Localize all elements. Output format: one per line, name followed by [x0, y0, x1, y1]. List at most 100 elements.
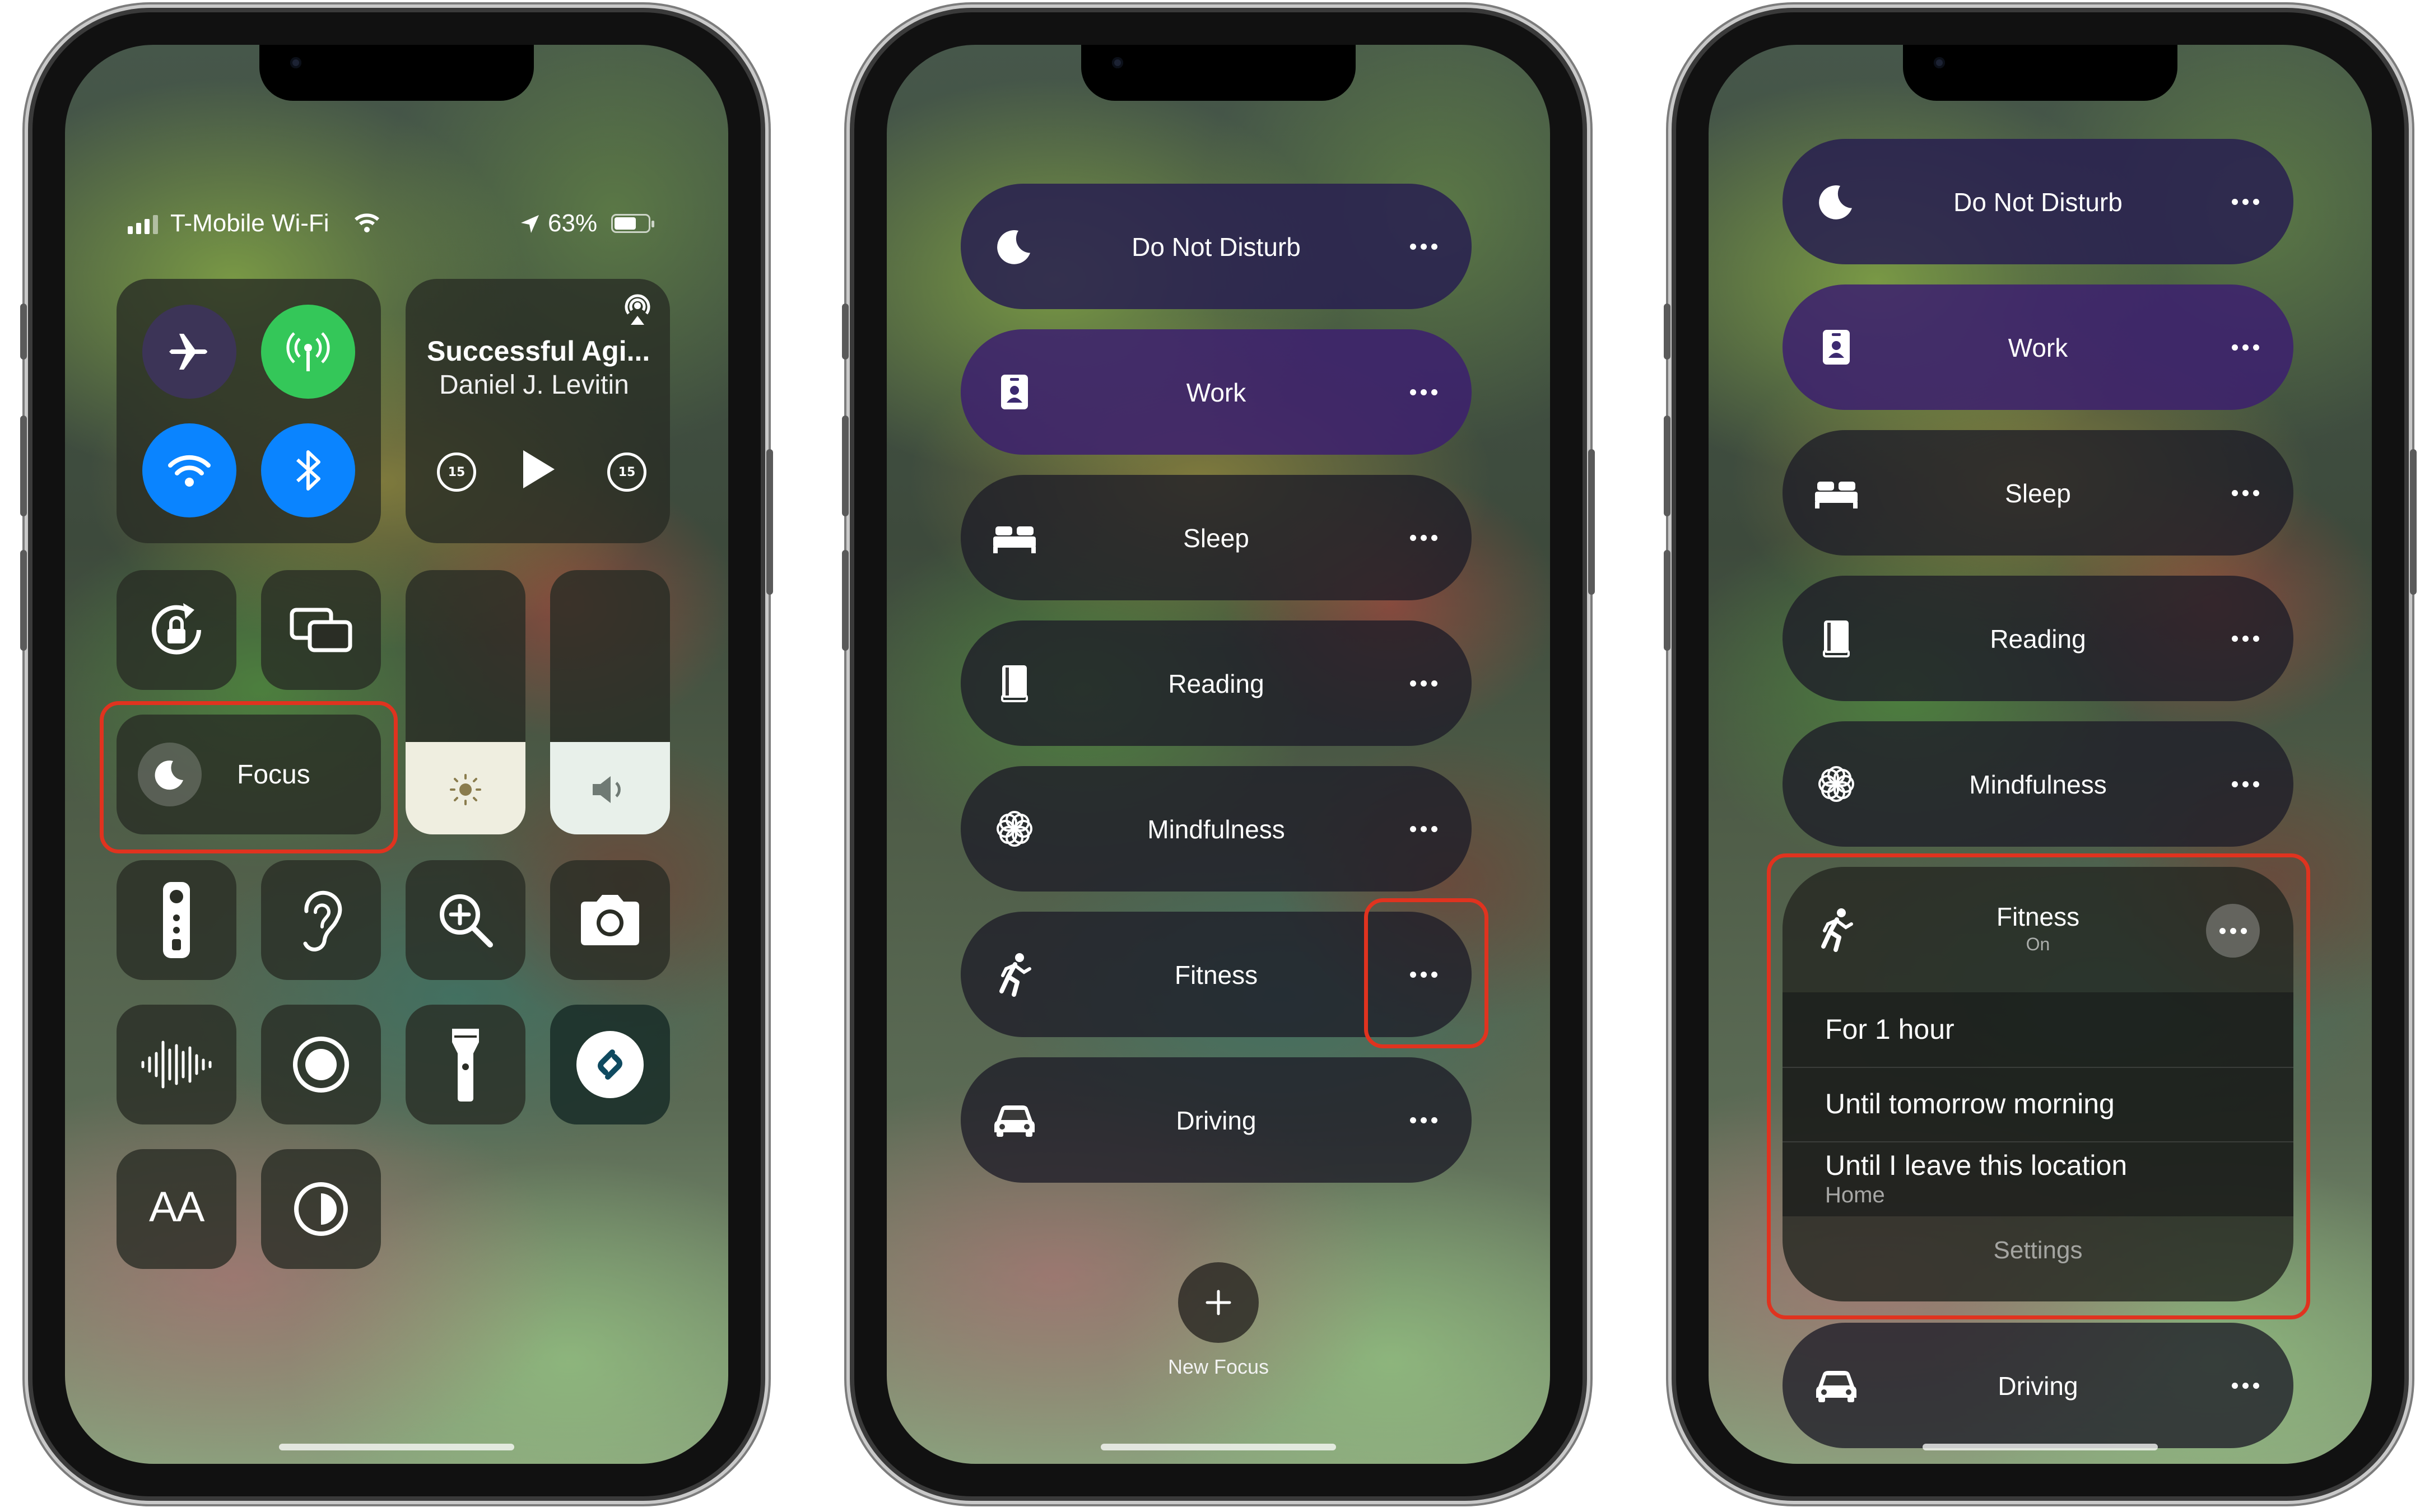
focus-label: Driving: [1998, 1371, 2078, 1401]
now-playing-module: Successful Agi... Daniel J. Levitin 15 1…: [406, 279, 670, 543]
skip-back-label: 15: [448, 465, 466, 479]
airplane-icon: [169, 334, 207, 370]
focus-reading[interactable]: Reading: [961, 620, 1472, 746]
volume-down-button: [842, 550, 849, 651]
focus-mindfulness[interactable]: Mindfulness: [961, 766, 1472, 892]
more-button[interactable]: [1406, 520, 1441, 556]
more-button[interactable]: [1406, 228, 1441, 264]
cellular-data-button[interactable]: [261, 305, 355, 399]
volume-down-button: [20, 550, 27, 651]
remote-icon: [163, 882, 190, 958]
wifi-button[interactable]: [142, 423, 236, 517]
more-button-highlight: [1364, 898, 1488, 1048]
focus-do-not-disturb[interactable]: Do Not Disturb: [961, 184, 1472, 309]
more-button[interactable]: [2227, 329, 2263, 365]
volume-down-button: [1664, 550, 1670, 651]
volume-up-button: [1664, 416, 1670, 516]
more-button[interactable]: [1406, 665, 1441, 701]
skip-back-button[interactable]: 15: [437, 452, 476, 492]
focus-label: Sleep: [2005, 479, 2071, 508]
skip-forward-button[interactable]: 15: [607, 452, 646, 492]
cell-signal-icon: [128, 215, 158, 234]
apple-tv-remote-button[interactable]: [117, 860, 236, 980]
wifi-icon: [168, 455, 211, 487]
shazam-icon: [576, 1031, 644, 1098]
more-button[interactable]: [1406, 811, 1441, 847]
dark-mode-button[interactable]: [261, 1149, 381, 1269]
focus-sleep[interactable]: Sleep: [961, 475, 1472, 600]
phone-focus-list: Do Not Disturb Work Sleep Reading Mindfu…: [842, 12, 1595, 1496]
orientation-lock-icon: [152, 603, 201, 655]
screen-record-icon: [293, 1037, 349, 1093]
side-button: [1588, 449, 1595, 595]
phone-fitness-options: Do Not Disturb Work Sleep Reading Mindfu…: [1664, 12, 2417, 1496]
sun-icon: [450, 774, 481, 805]
volume-slider[interactable]: [550, 570, 670, 834]
more-button[interactable]: [2227, 475, 2263, 511]
more-button[interactable]: [2227, 184, 2263, 220]
camera-button[interactable]: [550, 860, 670, 980]
screen-record-button[interactable]: [261, 1005, 381, 1124]
more-button[interactable]: [2227, 620, 2263, 656]
sound-recognition-icon: [141, 1040, 212, 1089]
focus-reading[interactable]: Reading: [1783, 576, 2293, 701]
new-focus-label: New Focus: [1167, 1355, 1269, 1378]
focus-label: Do Not Disturb: [1953, 188, 2123, 217]
antenna-icon: [286, 332, 330, 371]
fitness-highlight-box: [1767, 853, 2310, 1319]
text-size-button[interactable]: AA: [117, 1149, 236, 1269]
sound-recognition-button[interactable]: [117, 1005, 236, 1124]
volume-up-button: [20, 416, 27, 516]
focus-work[interactable]: Work: [961, 329, 1472, 455]
notch: [1903, 45, 2177, 101]
focus-label: Work: [2008, 333, 2068, 362]
more-button[interactable]: [2227, 766, 2263, 802]
screen-mirroring-button[interactable]: [261, 570, 381, 690]
side-button: [2410, 449, 2417, 595]
flashlight-icon: [452, 1029, 479, 1102]
bluetooth-icon: [296, 450, 320, 491]
notch: [1081, 45, 1356, 101]
home-indicator[interactable]: [1101, 1444, 1336, 1450]
connectivity-module: [117, 279, 381, 543]
magnifier-button[interactable]: [406, 860, 525, 980]
home-indicator[interactable]: [1923, 1444, 2158, 1450]
battery-icon: [611, 214, 654, 233]
airplay-icon[interactable]: [620, 291, 655, 327]
airplane-mode-button[interactable]: [142, 305, 236, 399]
play-button[interactable]: [519, 447, 558, 492]
screen: T-Mobile Wi-Fi 63% Successful Agi... Dan…: [65, 45, 728, 1464]
focus-driving[interactable]: Driving: [961, 1057, 1472, 1183]
status-bar: T-Mobile Wi-Fi 63%: [65, 207, 728, 241]
new-focus-button[interactable]: [1178, 1262, 1259, 1343]
wifi-status-icon: [355, 213, 379, 232]
focus-label: Reading: [1168, 669, 1264, 698]
hearing-icon: [303, 890, 342, 951]
track-title: Successful Agi...: [427, 335, 650, 367]
screen-mirroring-icon: [290, 608, 352, 652]
screen: Do Not Disturb Work Sleep Reading Mindfu…: [1709, 45, 2372, 1464]
home-indicator[interactable]: [279, 1444, 514, 1450]
shazam-button[interactable]: [550, 1005, 670, 1124]
silent-switch: [842, 304, 849, 360]
phone-control-center: T-Mobile Wi-Fi 63% Successful Agi... Dan…: [20, 12, 773, 1496]
focus-highlight-box: [100, 701, 398, 853]
more-button[interactable]: [1406, 374, 1441, 410]
focus-label: Reading: [1990, 624, 2086, 654]
focus-do-not-disturb[interactable]: Do Not Disturb: [1783, 139, 2293, 264]
focus-mindfulness[interactable]: Mindfulness: [1783, 721, 2293, 847]
focus-sleep[interactable]: Sleep: [1783, 430, 2293, 556]
track-artist: Daniel J. Levitin: [439, 370, 629, 400]
more-button[interactable]: [1406, 1102, 1441, 1138]
bluetooth-button[interactable]: [261, 423, 355, 517]
focus-driving[interactable]: Driving: [1783, 1323, 2293, 1448]
focus-label: Do Not Disturb: [1132, 232, 1301, 262]
focus-label: Sleep: [1183, 524, 1249, 553]
orientation-lock-button[interactable]: [117, 570, 236, 690]
focus-work[interactable]: Work: [1783, 284, 2293, 410]
hearing-button[interactable]: [261, 860, 381, 980]
more-button[interactable]: [2227, 1368, 2263, 1403]
speaker-icon: [593, 776, 621, 803]
brightness-slider[interactable]: [406, 570, 525, 834]
flashlight-button[interactable]: [406, 1005, 525, 1124]
